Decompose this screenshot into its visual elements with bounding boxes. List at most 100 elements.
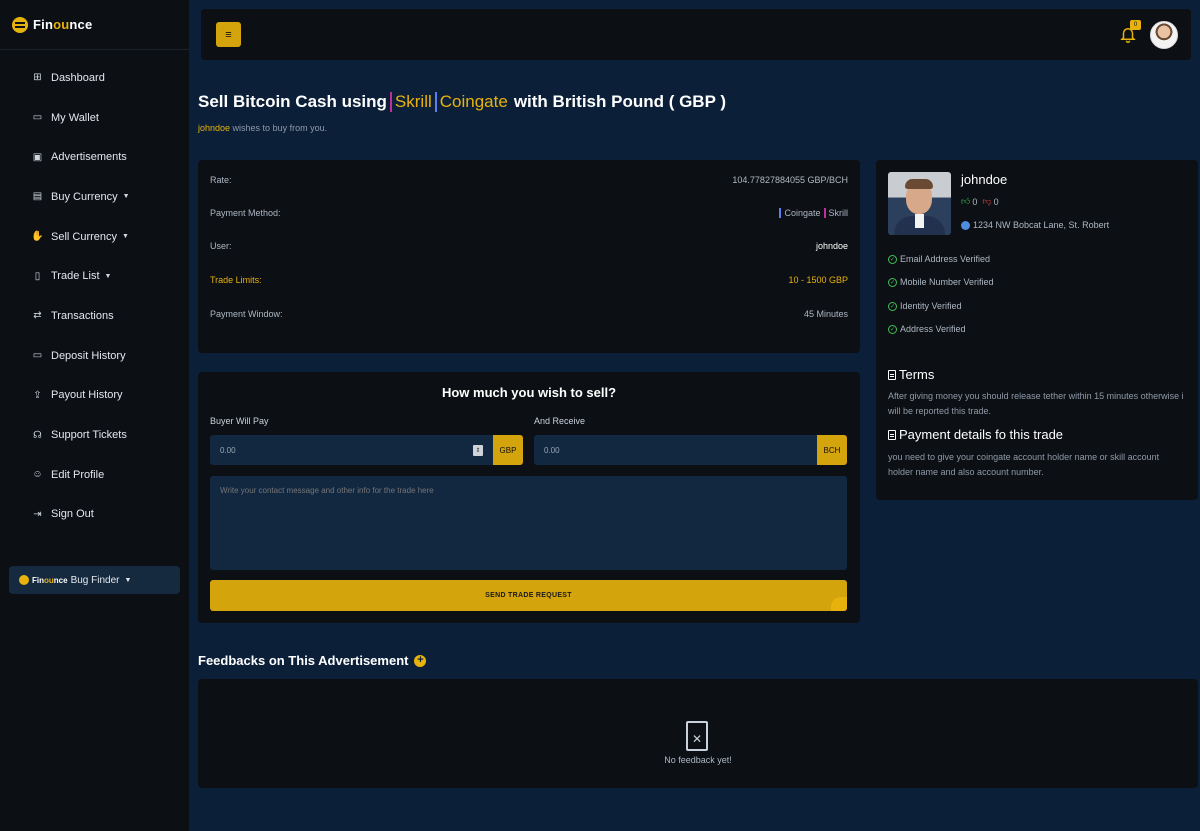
receive-label: And Receive [534,416,586,426]
sidebar-item-payout-history[interactable]: ⇪ Payout History [0,376,189,416]
sidebar-item-sell-currency[interactable]: ✋ Sell Currency ▼ [0,217,189,257]
buyer-pay-group: 0.00 ⇕ GBP [210,435,523,465]
send-trade-request-button[interactable]: SEND TRADE REQUEST [210,580,847,611]
check-circle-icon: ✓ [888,254,897,264]
payment-window-label: Payment Window: [210,309,283,319]
subtitle-text: wishes to buy from you. [230,123,328,133]
contact-message-textarea[interactable] [210,476,847,570]
caret-down-icon: ▼ [104,272,112,280]
form-title: How much you wish to sell? [441,385,617,400]
sidebar-item-dashboard[interactable]: ⊞ Dashboard [0,58,189,98]
caret-down-icon: ▼ [122,233,129,241]
terms-title: Terms [899,367,935,382]
number-spinner-icon[interactable]: ⇕ [473,445,483,456]
sidebar-item-deposit-history[interactable]: ▭ Deposit History [0,336,189,376]
image-icon: ▣ [32,151,43,163]
sign-out-icon: ⇥ [33,508,42,520]
trade-limits-value: 10 - 1500 GBP [788,275,848,285]
payment-method-label: Payment Method: [210,208,281,218]
user-value[interactable]: johndoe [816,241,848,251]
sidebar-item-sign-out[interactable]: ⇥ Sign Out [0,495,189,535]
sidebar-item-label: Advertisements [51,151,127,164]
wallet-icon: ▭ [32,112,43,124]
sidebar-item-label: Deposit History [51,349,126,362]
globe-icon [961,220,970,230]
trade-info-card: Rate: 104.77827884055 GBP/BCH Payment Me… [198,160,860,353]
verification-label: Mobile Number Verified [900,277,994,287]
document-icon [888,369,896,380]
rate-label: Rate: [210,175,232,185]
check-circle-icon: ✓ [888,277,897,287]
sidebar-item-label: Dashboard [51,71,105,84]
document-icon: ▯ [34,270,41,282]
verification-item: ✓ Address Verified [888,324,966,334]
thumbs-down-icon: 👎︎ [982,196,992,206]
buyer-pay-value: 0.00 [220,445,236,455]
verification-item: ✓ Mobile Number Verified [888,277,994,287]
headset-icon: ☊ [33,429,42,441]
bug-finder-dropdown[interactable]: Finounce Bug Finder ▼ [9,566,180,594]
buyer-pay-input[interactable]: 0.00 ⇕ [210,435,493,465]
sidebar-item-support-tickets[interactable]: ☊ Support Tickets [0,415,189,455]
exchange-icon: ⇄ [33,310,42,322]
caret-down-icon: ▼ [124,576,132,584]
page-title: Sell Bitcoin Cash using Skrill Coingate … [198,92,726,112]
sidebar-item-edit-profile[interactable]: ☺ Edit Profile [0,455,189,495]
payment-details-text: you need to give your coingate account h… [888,452,1160,477]
sidebar-item-label: Sign Out [51,508,94,521]
receive-group: 0.00 BCH [534,435,847,465]
upvote-count: 0 [972,196,978,207]
votes: 👍︎ 0 👎︎ 0 [961,196,999,207]
payment-method-value: Coingate Skrill [776,208,848,218]
sidebar-item-label: Edit Profile [51,468,105,481]
check-circle-icon: ✓ [888,324,897,334]
address-text: 1234 NW Bobcat Lane, St. Robert [973,220,1110,230]
sidebar-nav: ⊞ Dashboard ▭ My Wallet ▣ Advertisements ▤ Buy … [0,58,189,534]
sidebar-item-advertisements[interactable]: ▣ Advertisements [0,137,189,177]
feedback-title-text: Feedbacks on This Advertisement [198,653,409,668]
rate-row: Rate: 104.77827884055 GBP/BCH [210,174,848,186]
add-feedback-plus-icon[interactable]: + [414,654,427,667]
sidebar-item-buy-currency[interactable]: ▤ Buy Currency ▼ [0,177,189,217]
sidebar-item-label: My Wallet [51,111,99,124]
pay-currency-addon: GBP [493,435,523,465]
caret-down-icon: ▼ [122,193,130,201]
receive-input[interactable]: 0.00 [534,435,817,465]
title-method-skrill: Skrill [389,92,432,112]
user-avatar[interactable] [1150,21,1178,49]
sidebar-item-label: Buy Currency [51,190,118,203]
grid-icon: ⊞ [33,72,42,84]
sidebar-item-transactions[interactable]: ⇄ Transactions [0,296,189,336]
thumbs-up-icon: 👍︎ [961,196,971,206]
verification-label: Address Verified [900,324,966,334]
terms-text: After giving money you should release te… [888,391,1184,416]
brand[interactable]: Finounce [0,0,189,50]
downvote-count: 0 [993,196,999,207]
user-label: User: [210,241,232,251]
profile-photo [888,172,951,235]
bug-finder-label: Bug Finder [70,574,120,586]
sidebar-item-label: Sell Currency [51,230,118,243]
sidebar-item-label: Payout History [51,389,123,402]
rate-value: 104.77827884055 GBP/BCH [732,175,848,185]
verification-label: Email Address Verified [900,254,991,264]
file-x-icon: ✕ [686,721,708,751]
sidebar-item-label: Support Tickets [51,429,127,442]
user-edit-icon: ☺ [32,469,43,481]
title-suffix: with British Pound ( GBP ) [513,92,727,111]
verification-item: ✓ Identity Verified [888,301,962,311]
subtitle-user-link[interactable]: johndoe [198,123,230,133]
menu-toggle-button[interactable]: ≡ [216,22,241,47]
payment-window-row: Payment Window: 45 Minutes [210,308,848,320]
payment-method-row: Payment Method: Coingate Skrill [210,207,848,219]
payment-details-heading: Payment details fo this trade [888,427,1063,442]
receive-currency-addon: BCH [817,435,847,465]
sidebar-item-my-wallet[interactable]: ▭ My Wallet [0,98,189,138]
document-icon [888,429,896,440]
verification-item: ✓ Email Address Verified [888,254,990,264]
brand-name: Finounce [33,17,93,32]
sidebar-item-label: Transactions [51,309,114,322]
trade-form-card: How much you wish to sell? Buyer Will Pa… [198,372,860,623]
button-corner-decoration [831,597,847,611]
sidebar-item-trade-list[interactable]: ▯ Trade List ▼ [0,256,189,296]
